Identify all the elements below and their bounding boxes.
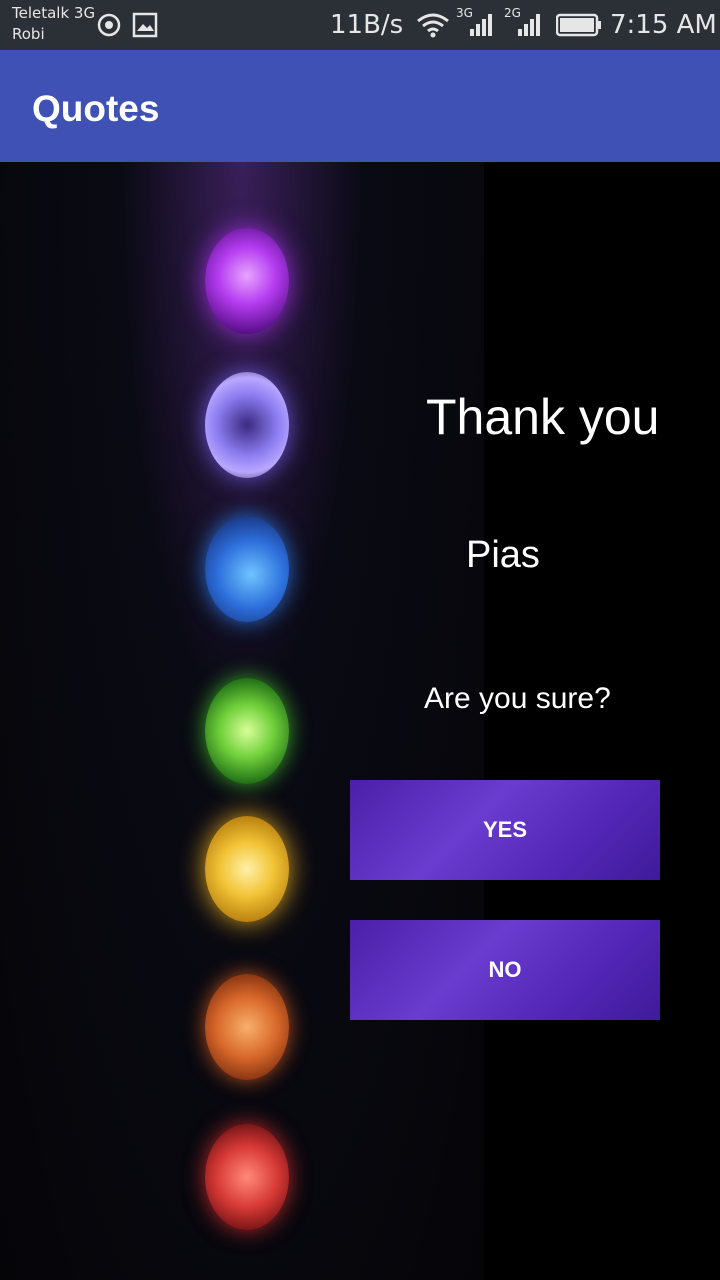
carrier-info: Teletalk 3G Robi xyxy=(12,3,95,45)
thank-you-text: Thank you xyxy=(426,389,660,445)
main-content: Thank you Pias Are you sure? YES NO xyxy=(0,162,720,1280)
network-speed: 11B/s xyxy=(330,10,404,40)
image-icon xyxy=(132,12,158,38)
orange-orb xyxy=(205,974,289,1080)
signal-icon-1 xyxy=(470,14,492,36)
confirm-question: Are you sure? xyxy=(424,682,611,715)
violet-orb xyxy=(205,228,289,334)
chakra-orbs-background xyxy=(0,162,484,1280)
signal-icon-2 xyxy=(518,14,540,36)
hotspot-icon xyxy=(97,13,121,37)
red-orb xyxy=(205,1124,289,1230)
name-text: Pias xyxy=(466,534,540,576)
no-button[interactable]: NO xyxy=(350,920,660,1020)
carrier-line-2: Robi xyxy=(12,25,45,43)
green-orb xyxy=(205,678,289,784)
status-bar: Teletalk 3G Robi 11B/s 3G 2G 7:15 AM xyxy=(0,0,720,50)
app-bar: Quotes xyxy=(0,50,720,162)
wifi-icon xyxy=(417,13,449,38)
yes-button[interactable]: YES xyxy=(350,780,660,880)
battery-icon xyxy=(556,13,601,37)
app-title: Quotes xyxy=(32,88,160,129)
blue-orb xyxy=(205,516,289,622)
yellow-orb xyxy=(205,816,289,922)
clock: 7:15 AM xyxy=(610,10,717,40)
carrier-line-1: Teletalk 3G xyxy=(12,4,96,22)
indigo-orb xyxy=(205,372,289,478)
